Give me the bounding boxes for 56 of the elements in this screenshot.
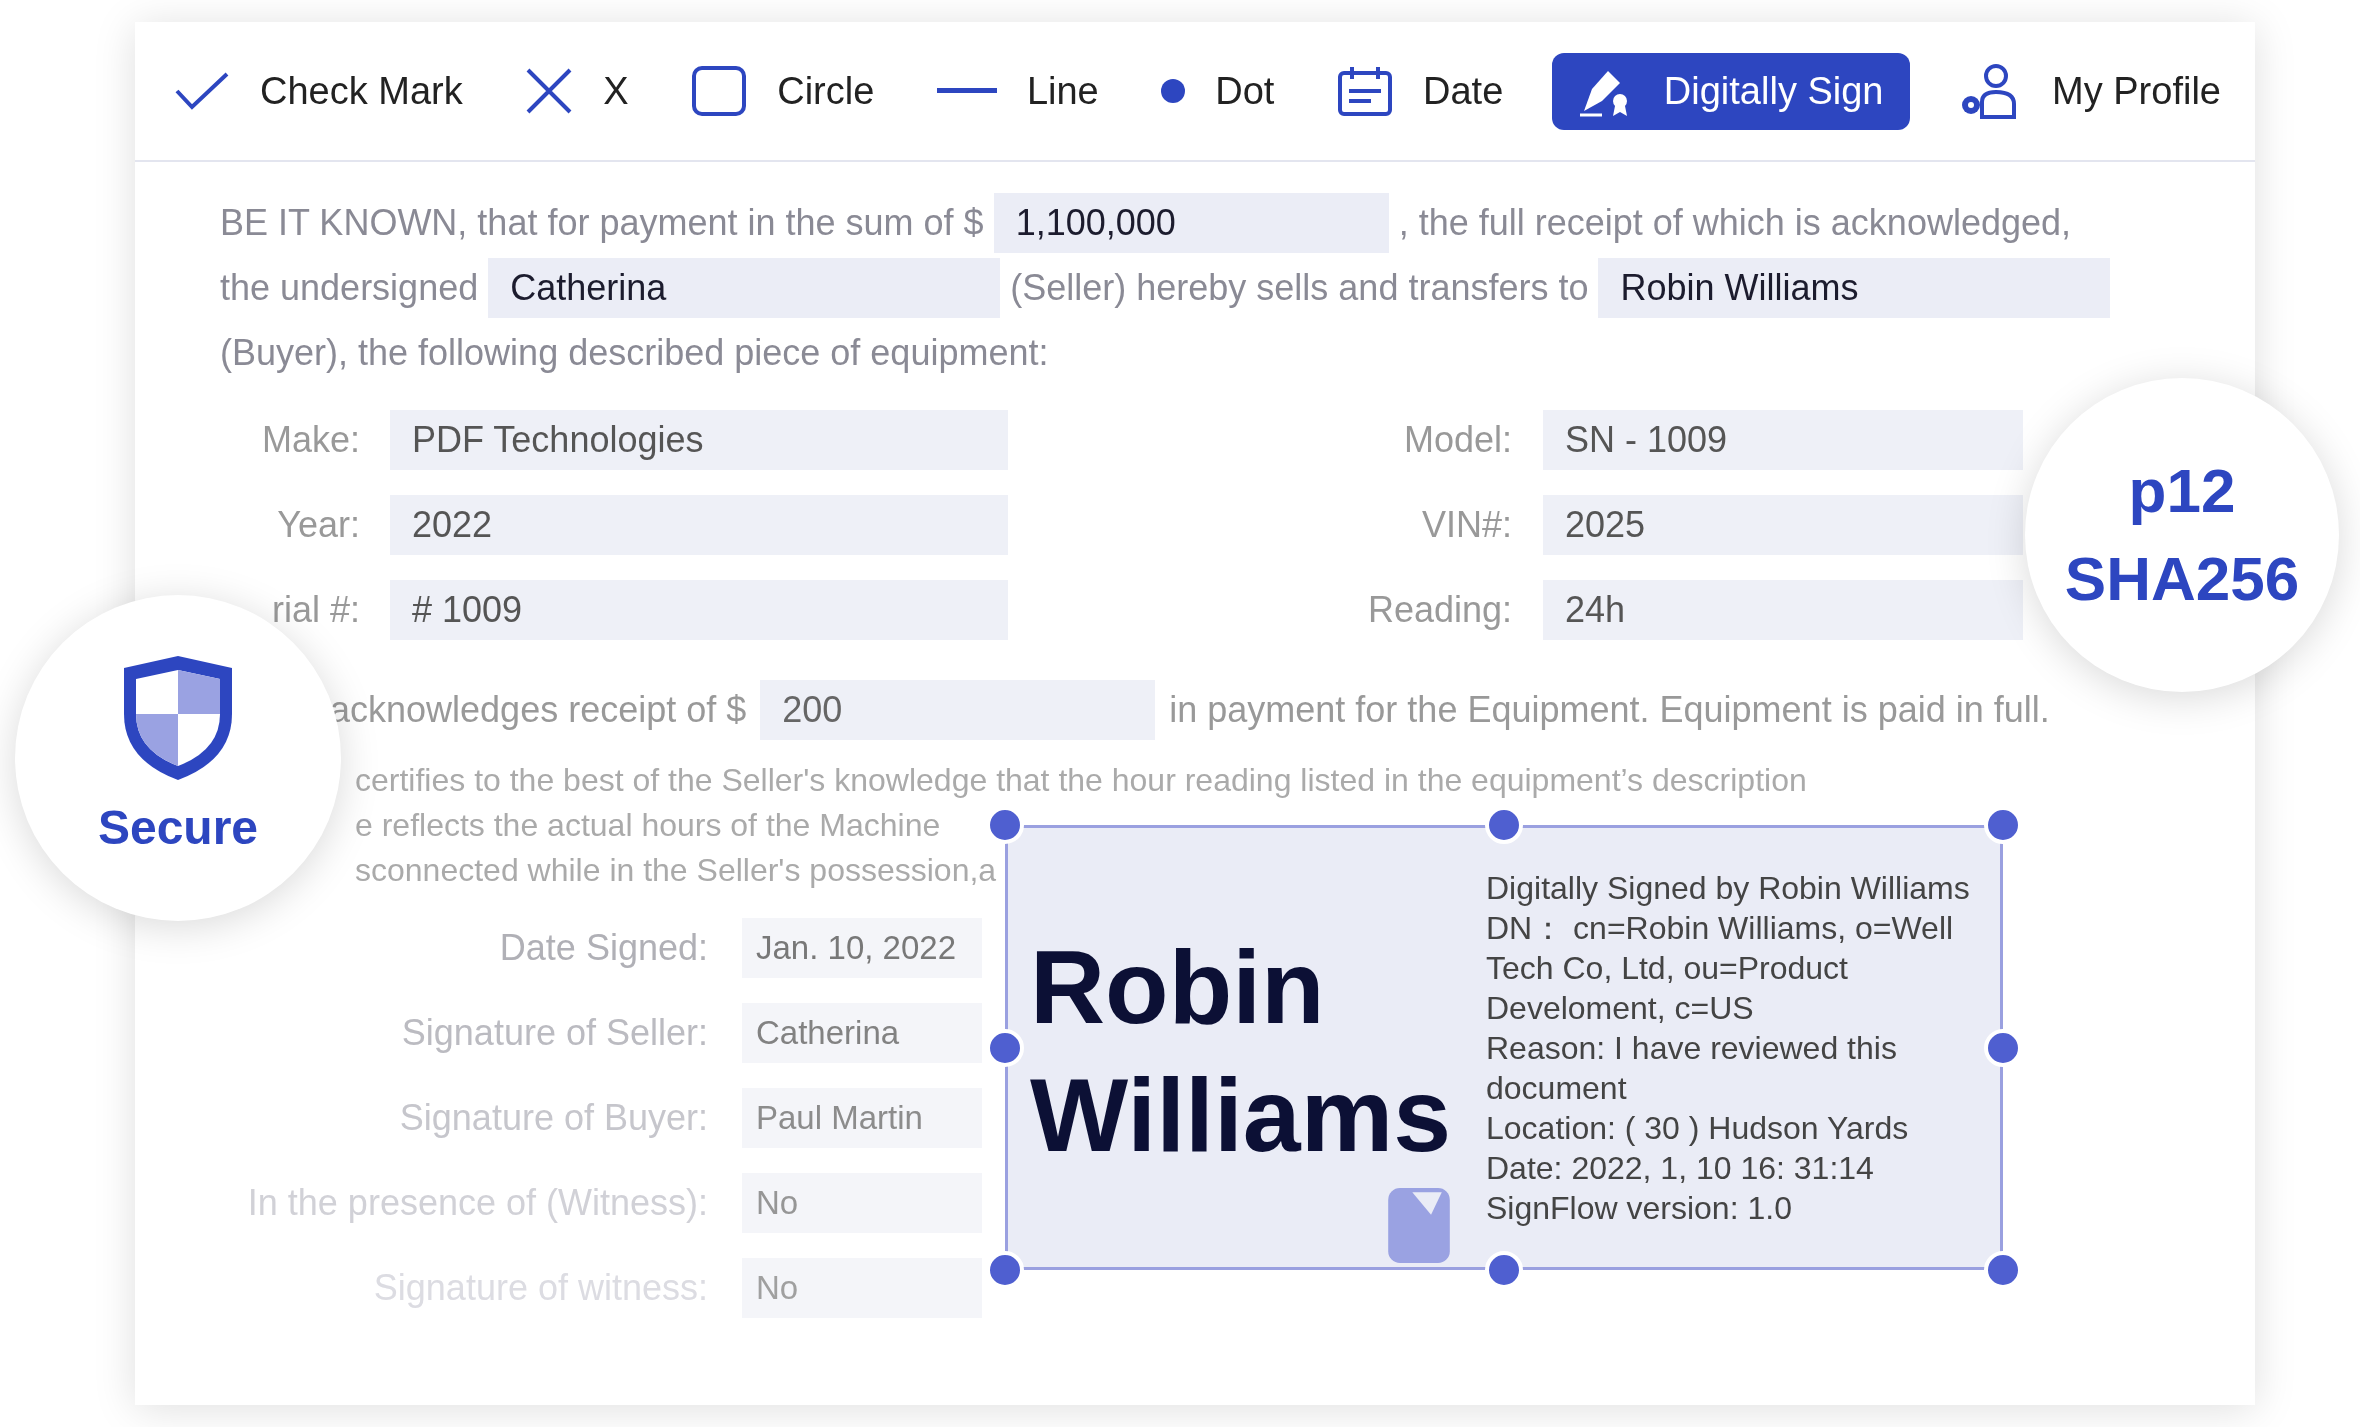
tool-button[interactable]: Circle xyxy=(677,52,889,130)
signature-name: Robin Williams xyxy=(1030,928,1452,1175)
tool-button[interactable]: My Profile xyxy=(1944,52,2235,130)
field-label: Date Signed: xyxy=(498,926,708,970)
signature-detail: Digitally Signed by Robin Williams xyxy=(1486,869,1971,908)
input-field[interactable]: # 1009 xyxy=(390,580,1008,640)
signature-detail: Date: 2022, 1, 10 16: 31:14 xyxy=(1486,1149,1875,1188)
tool-button[interactable]: Dot xyxy=(1147,52,1289,130)
tool-button[interactable]: Line xyxy=(922,52,1113,130)
field-label: Model: xyxy=(1402,418,1512,462)
body-text: the undersigned xyxy=(220,265,479,310)
field-label: Make: xyxy=(260,418,360,462)
body-text: in payment for the Equipment. Equipment is paid in full. xyxy=(1169,688,2050,732)
input-field[interactable]: Jan. 10, 2022 xyxy=(742,918,982,978)
body-text: , the full receipt of which is acknowledged, xyxy=(1398,200,2071,245)
input-field[interactable]: Catherina xyxy=(742,1003,982,1063)
square-icon xyxy=(691,65,748,117)
input-field[interactable]: PDF Technologies xyxy=(390,410,1008,470)
body-text: certifies to the best of the Seller's knowledge that the hour reading listed in the equipment’s description xyxy=(355,761,1807,800)
input-field[interactable]: Robin Williams xyxy=(1598,257,2111,318)
field-label: rial #: xyxy=(270,588,360,632)
check-icon xyxy=(174,71,230,111)
body-text: e reflects the actual hours of the Machine xyxy=(355,806,941,845)
input-field[interactable]: 2025 xyxy=(1543,495,2023,555)
signature-detail: Reason: I have reviewed this document xyxy=(1486,1029,1898,1108)
input-field[interactable]: Catherina xyxy=(488,257,1001,318)
signature-detail: DN： cn=Robin Williams, o=Well Tech Co, Ltd, ou=Product Develoment, c=US xyxy=(1486,909,1955,1028)
input-field[interactable]: 1,100,000 xyxy=(993,192,1389,253)
tool-button[interactable]: X xyxy=(511,52,643,130)
input-field[interactable]: 200 xyxy=(760,680,1156,740)
input-field[interactable]: 2022 xyxy=(390,495,1008,555)
field-label: Signature of Seller: xyxy=(400,1011,708,1055)
input-field[interactable]: SN - 1009 xyxy=(1543,410,2023,470)
calendar-icon xyxy=(1337,65,1393,117)
tool-button[interactable]: Check Mark xyxy=(160,52,477,130)
field-label: Year: xyxy=(276,503,360,547)
body-text: sconnected while in the Seller's possession,a xyxy=(355,851,997,890)
field-label: VIN#: xyxy=(1420,503,1512,547)
input-field[interactable]: 24h xyxy=(1543,580,2023,640)
field-label: Signature of Buyer: xyxy=(398,1096,708,1140)
close-icon xyxy=(525,67,574,115)
tool-button[interactable]: Date xyxy=(1323,52,1518,130)
pdf-logo-icon xyxy=(1388,1188,1450,1263)
badge-label: p12 xyxy=(2128,455,2236,527)
badge-label: SHA256 xyxy=(2064,543,2300,615)
badge-label: Secure xyxy=(97,800,259,856)
signature-box[interactable] xyxy=(1005,825,2003,1270)
body-text: BE IT KNOWN, that for payment in the sum of $ xyxy=(220,200,984,245)
field-label: Reading: xyxy=(1366,588,1512,632)
body-text: (Buyer), the following described piece of equipment: xyxy=(220,330,1049,375)
signature-detail: Location: ( 30 ) Hudson Yards xyxy=(1486,1109,1910,1148)
body-text: acknowledges receipt of $ xyxy=(330,688,747,732)
tool-button[interactable]: Digitally Sign xyxy=(1551,52,1910,130)
dot-icon xyxy=(1161,79,1186,103)
signature-detail: SignFlow version: 1.0 xyxy=(1486,1189,1793,1228)
body-text: (Seller) hereby sells and transfers to xyxy=(1010,265,1589,310)
